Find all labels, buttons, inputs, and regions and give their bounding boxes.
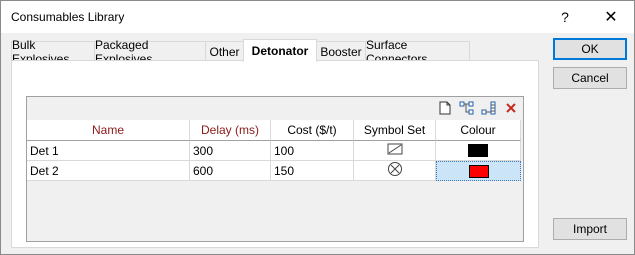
cell-name[interactable]: Det 2 (27, 161, 190, 181)
tab-bulk-explosives[interactable]: Bulk Explosives (11, 38, 95, 66)
column-header-cost[interactable]: Cost ($/t) (271, 120, 354, 141)
tab-surface-connectors[interactable]: Surface Connectors (365, 38, 470, 66)
table-row[interactable]: Det 1 300 100 (27, 141, 523, 161)
column-header-delay[interactable]: Delay (ms) (190, 120, 271, 141)
grid-toolbar (27, 97, 523, 119)
colour-swatch-black (468, 144, 488, 157)
cell-symbol-set[interactable] (354, 161, 436, 181)
detonator-grid: Name Delay (ms) Cost ($/t) Symbol Set Co… (26, 96, 524, 242)
cancel-button[interactable]: Cancel (553, 67, 627, 89)
cell-colour[interactable] (436, 161, 521, 181)
consumables-library-dialog: Consumables Library ? ✕ Bulk Explosives … (0, 0, 635, 255)
colour-swatch-red (468, 164, 489, 178)
cell-cost[interactable]: 150 (271, 161, 354, 181)
delete-icon[interactable] (501, 99, 521, 117)
cell-colour[interactable] (436, 141, 521, 161)
column-header-symbol-set[interactable]: Symbol Set (354, 120, 436, 141)
import-button[interactable]: Import (553, 218, 627, 240)
window-title: Consumables Library (11, 10, 125, 24)
tab-booster[interactable]: Booster (316, 41, 366, 61)
detonator-panel: Name Delay (ms) Cost ($/t) Symbol Set Co… (11, 60, 539, 248)
cell-name[interactable]: Det 1 (27, 141, 190, 161)
circle-x-icon (387, 161, 403, 180)
tab-detonator[interactable]: Detonator (243, 39, 317, 62)
help-button[interactable]: ? (543, 1, 587, 33)
ok-button[interactable]: OK (553, 38, 627, 60)
cell-delay[interactable]: 300 (190, 141, 271, 161)
cell-cost[interactable]: 100 (271, 141, 354, 161)
rectangle-slash-icon (387, 143, 403, 158)
column-header-colour[interactable]: Colour (436, 120, 521, 141)
tab-packaged-explosives[interactable]: Packaged Explosives (94, 38, 206, 66)
title-bar: Consumables Library ? ✕ (1, 1, 634, 33)
hierarchy-icon[interactable] (457, 99, 477, 117)
column-header-name[interactable]: Name (27, 120, 190, 141)
cell-delay[interactable]: 600 (190, 161, 271, 181)
close-button[interactable]: ✕ (589, 1, 633, 33)
new-icon[interactable] (435, 99, 455, 117)
tree-expand-icon[interactable] (479, 99, 499, 117)
cell-symbol-set[interactable] (354, 141, 436, 161)
table-row[interactable]: Det 2 600 150 (27, 161, 523, 181)
tab-other[interactable]: Other (205, 41, 244, 61)
